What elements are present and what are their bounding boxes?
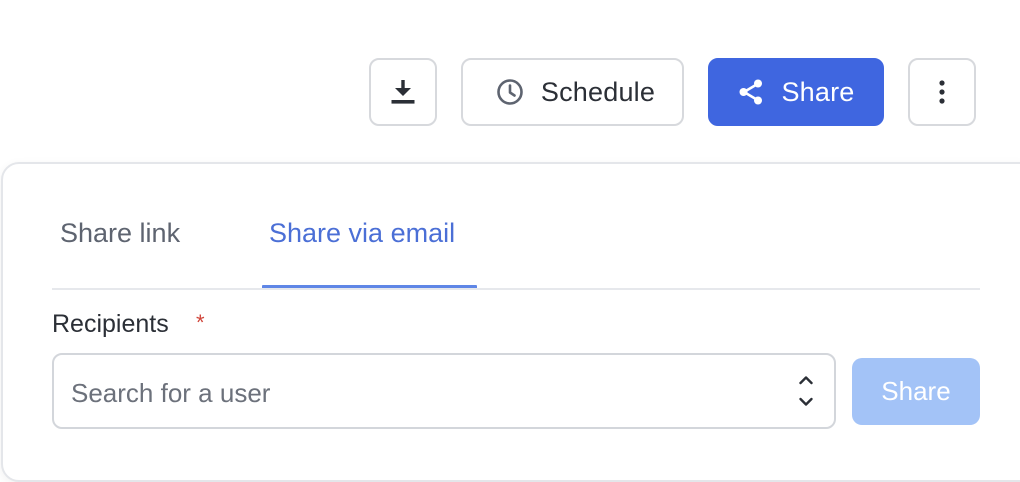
tab-share-link[interactable]: Share link bbox=[60, 218, 180, 249]
recipients-placeholder: Search for a user bbox=[71, 378, 271, 408]
schedule-label: Schedule bbox=[540, 76, 656, 107]
send-share-button[interactable]: Share bbox=[852, 358, 980, 425]
chevron-up-down-icon bbox=[798, 374, 814, 408]
required-marker: * bbox=[196, 310, 205, 335]
recipients-label: Recipients bbox=[52, 310, 169, 338]
clock-icon bbox=[496, 78, 524, 106]
share-popover: Share link Share via email Recipients * … bbox=[1, 162, 1020, 482]
share-button[interactable]: Share bbox=[708, 58, 884, 126]
download-icon bbox=[390, 78, 416, 106]
share-icon bbox=[737, 78, 765, 106]
schedule-button[interactable]: Schedule bbox=[461, 58, 684, 126]
tabs-divider bbox=[52, 288, 980, 290]
download-button[interactable] bbox=[369, 58, 437, 126]
recipients-search-select[interactable]: Search for a user bbox=[52, 353, 836, 429]
more-options-button[interactable] bbox=[908, 58, 976, 126]
share-label: Share bbox=[781, 76, 855, 107]
tab-share-via-email[interactable]: Share via email bbox=[269, 218, 455, 249]
vertical-ellipsis-icon bbox=[938, 79, 946, 105]
